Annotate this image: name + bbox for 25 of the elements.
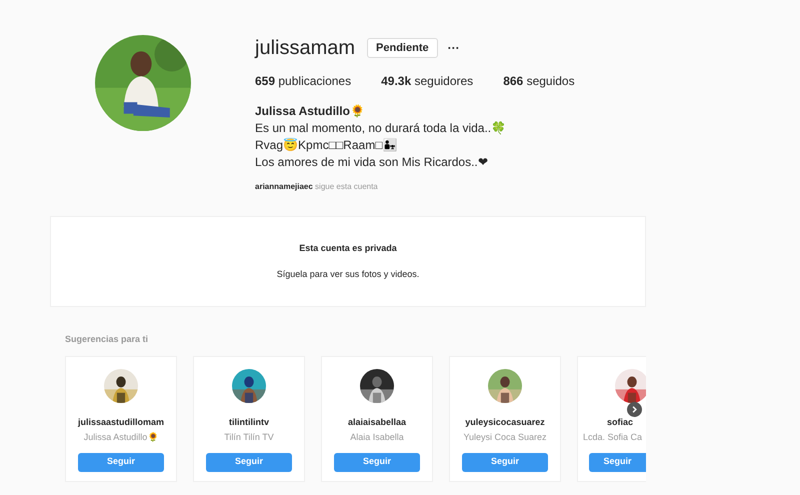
private-text: Síguela para ver sus fotos y videos.	[276, 268, 420, 281]
more-options-button[interactable]: ···	[448, 42, 460, 54]
suggested-username[interactable]: sofiac	[607, 416, 634, 429]
bio-line: Rvag😇Kpmc□□Raam□👨‍👧	[255, 137, 398, 154]
suggested-name: Lcda. Sofia Ca	[583, 431, 642, 444]
stat: 49.3k seguidores	[381, 73, 474, 90]
suggested-username[interactable]: alaiaisabellaa	[348, 416, 406, 429]
suggested-username[interactable]: tilintilintv	[229, 416, 269, 429]
suggested-name: Julissa Astudillo🌻	[84, 431, 158, 444]
stat: 866 seguidos	[503, 73, 575, 90]
followed-by-text: ariannamejiaec sigue esta cuenta	[255, 181, 379, 193]
suggested-username[interactable]: julissaastudillomam	[78, 416, 164, 429]
private-title: Esta cuenta es privada	[299, 242, 397, 255]
suggested-username[interactable]: yuleysicocasuarez	[465, 416, 545, 429]
suggested-name: Alaia Isabella	[350, 431, 404, 444]
suggested-name: Tilín Tilín TV	[224, 431, 274, 444]
suggested-name: Yuleysi Coca Suarez	[463, 431, 547, 444]
username: julissamam	[255, 36, 356, 60]
bio-line: Los amores de mi vida son Mis Ricardos..❤	[255, 154, 489, 171]
bio-line: Es un mal momento, no durará toda la vida..🍀	[255, 120, 508, 137]
section-title: Sugerencias para ti	[65, 333, 150, 346]
stat: 659 publicaciones	[255, 73, 352, 90]
pending-button[interactable]: Pendiente	[367, 38, 438, 58]
chevron-right-icon	[631, 406, 638, 412]
full-name: Julissa Astudillo🌻	[255, 103, 366, 120]
